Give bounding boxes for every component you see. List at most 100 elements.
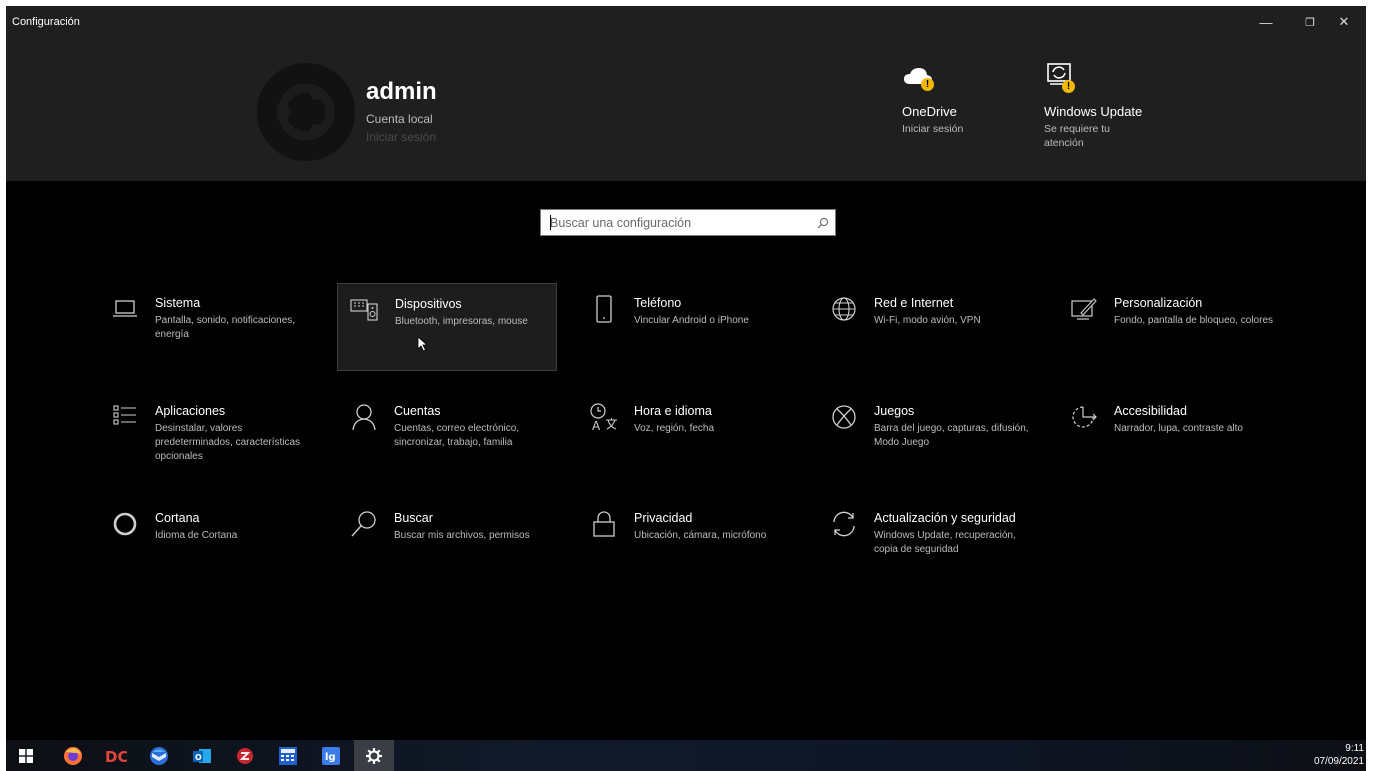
tile-title: Privacidad	[634, 511, 693, 525]
lock-icon	[587, 508, 621, 540]
laptop-icon	[108, 293, 142, 325]
cortana-ring-icon	[108, 508, 142, 540]
tile-title: Cortana	[155, 511, 200, 525]
settings-gear-icon	[365, 747, 383, 765]
search-input[interactable]	[541, 210, 811, 235]
svg-text:O: O	[195, 753, 202, 762]
tile-description: Narrador, lupa, contraste alto	[1114, 423, 1243, 434]
tile-privacidad[interactable]: Privacidad Ubicación, cámara, micrófono	[577, 498, 797, 586]
tile-juegos[interactable]: Juegos Barra del juego, capturas, difusió…	[817, 391, 1037, 479]
account-header: admin Cuenta local Iniciar sesión ! OneD…	[6, 38, 1366, 181]
tile-cortana[interactable]: Cortana Idioma de Cortana	[98, 498, 318, 586]
tile-title: Buscar	[394, 511, 433, 525]
windows-update-subtitle-line1: Se requiere tu	[1044, 123, 1110, 135]
account-type: Cuenta local	[366, 112, 433, 126]
maximize-icon: ❐	[1305, 16, 1315, 29]
clock-date: 07/09/2021	[1313, 756, 1364, 767]
thunderbird-icon	[149, 746, 169, 766]
minimize-button[interactable]: —	[1244, 6, 1288, 38]
tile-title: Juegos	[874, 404, 915, 418]
tile-aplicaciones[interactable]: Aplicaciones Desinstalar, valores predete…	[98, 391, 318, 479]
minimize-icon: —	[1259, 14, 1273, 30]
devices-icon	[348, 294, 382, 326]
outlook-icon: O	[192, 746, 212, 766]
tile-description: Wi-Fi, modo avión, VPN	[874, 315, 981, 326]
window-title: Configuración	[12, 16, 80, 28]
tile-actualizacion[interactable]: Actualización y seguridad Windows Update,…	[817, 498, 1037, 586]
tile-title: Teléfono	[634, 296, 682, 310]
tile-description: Buscar mis archivos, permisos	[394, 530, 530, 541]
text-caret	[550, 215, 551, 230]
search-magnifier-icon	[347, 508, 381, 540]
tile-description: Idioma de Cortana	[155, 530, 238, 541]
tile-title: Red e Internet	[874, 296, 954, 310]
accessibility-icon	[1067, 401, 1101, 433]
user-name: admin	[366, 78, 437, 105]
taskbar-app-red-button[interactable]	[225, 740, 265, 771]
tile-title: Cuentas	[394, 404, 441, 418]
tile-dispositivos[interactable]: Dispositivos Bluetooth, impresoras, mouse	[337, 283, 557, 371]
tile-description: Fondo, pantalla de bloqueo, colores	[1114, 315, 1274, 326]
xbox-icon	[827, 401, 861, 433]
time-language-icon: A	[587, 401, 621, 433]
windows-update-title: Windows Update	[1044, 104, 1143, 119]
taskbar-app-lg-button[interactable]: lg	[311, 740, 351, 771]
close-icon: ✕	[1338, 14, 1350, 29]
tile-description: Pantalla, sonido, notificaciones, energí…	[155, 315, 296, 340]
onedrive-status[interactable]: ! OneDrive Iniciar sesión	[902, 60, 963, 136]
tile-description: Windows Update, recuperación, copia de s…	[874, 530, 1016, 555]
close-button[interactable]: ✕	[1322, 6, 1366, 38]
title-bar[interactable]: Configuración — ❐ ✕	[6, 6, 1366, 38]
taskbar-app-dc-button[interactable]: DC	[96, 740, 136, 771]
svg-text:lg: lg	[325, 752, 336, 763]
tile-description: Barra del juego, capturas, difusión, Mod…	[874, 423, 1029, 448]
mouse-pointer-icon	[417, 336, 429, 352]
tile-description: Voz, región, fecha	[634, 423, 715, 434]
tile-personalizacion[interactable]: Personalización Fondo, pantalla de bloque…	[1057, 283, 1277, 371]
taskbar-firefox-button[interactable]	[53, 740, 93, 771]
taskbar-outlook-button[interactable]: O	[182, 740, 222, 771]
tile-accesibilidad[interactable]: Accesibilidad Narrador, lupa, contraste a…	[1057, 391, 1277, 479]
globe-icon	[827, 293, 861, 325]
search-box[interactable]	[540, 209, 836, 236]
sign-in-link[interactable]: Iniciar sesión	[366, 130, 436, 144]
firefox-icon	[63, 746, 83, 766]
system-clock[interactable]: 9:11 07/09/2021	[1314, 742, 1364, 768]
tile-description: Cuentas, correo electrónico, sincronizar…	[394, 423, 520, 448]
svg-text:A: A	[592, 419, 601, 432]
taskbar-calculator-button[interactable]	[268, 740, 308, 771]
windows-update-status[interactable]: ! Windows Update Se requiere tu atención	[1044, 60, 1142, 150]
apps-list-icon	[108, 401, 142, 433]
windows-update-subtitle-line2: atención	[1044, 137, 1084, 149]
windows-update-subtitle: Se requiere tu atención	[1044, 122, 1142, 150]
calculator-icon	[278, 746, 298, 766]
app-dc-icon: DC	[105, 747, 127, 765]
tile-buscar[interactable]: Buscar Buscar mis archivos, permisos	[337, 498, 557, 586]
tile-telefono[interactable]: Teléfono Vincular Android o iPhone	[577, 283, 797, 371]
onedrive-cloud-icon: !	[902, 60, 942, 96]
clock-time: 9:11	[1345, 743, 1364, 754]
paintbrush-icon	[1067, 293, 1101, 325]
taskbar-windows-start-button[interactable]	[6, 740, 46, 771]
app-lg-icon: lg	[322, 746, 340, 765]
tile-sistema[interactable]: Sistema Pantalla, sonido, notificaciones,…	[98, 283, 318, 371]
taskbar-settings-gear-button[interactable]	[354, 740, 394, 771]
tile-cuentas[interactable]: Cuentas Cuentas, correo electrónico, sinc…	[337, 391, 557, 479]
tile-red[interactable]: Red e Internet Wi-Fi, modo avión, VPN	[817, 283, 1037, 371]
taskbar-thunderbird-button[interactable]	[139, 740, 179, 771]
tile-description: Bluetooth, impresoras, mouse	[395, 316, 528, 327]
ubuntu-logo-icon	[257, 63, 355, 161]
onedrive-title: OneDrive	[902, 104, 957, 119]
tile-title: Actualización y seguridad	[874, 511, 1016, 525]
settings-window: Configuración — ❐ ✕ admin Cuenta local I…	[6, 6, 1366, 740]
tile-title: Hora e idioma	[634, 404, 712, 418]
tile-description: Vincular Android o iPhone	[634, 315, 749, 326]
tile-hora[interactable]: A Hora e idioma Voz, región, fecha	[577, 391, 797, 479]
tile-title: Personalización	[1114, 296, 1203, 310]
onedrive-subtitle: Iniciar sesión	[902, 123, 964, 135]
search-icon[interactable]	[811, 210, 835, 235]
phone-icon	[587, 293, 621, 325]
warning-icon: !	[1062, 80, 1075, 93]
avatar[interactable]	[257, 63, 355, 161]
app-red-icon	[235, 746, 255, 766]
